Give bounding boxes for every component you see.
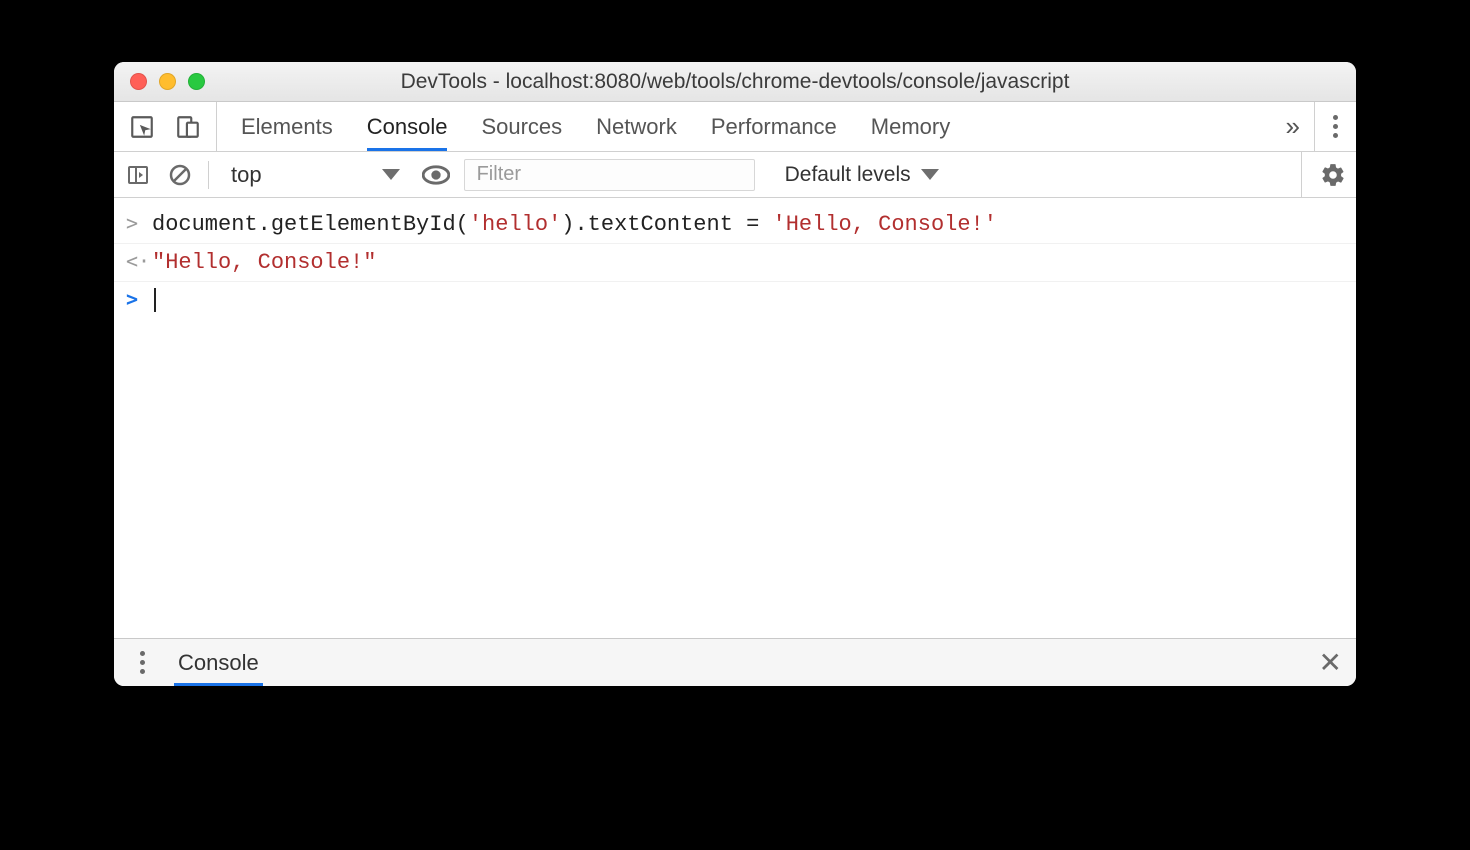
window-titlebar: DevTools - localhost:8080/web/tools/chro…	[114, 62, 1356, 102]
close-icon: ✕	[1319, 647, 1342, 678]
result-marker-icon: <·	[126, 246, 152, 276]
tab-network[interactable]: Network	[596, 102, 677, 151]
log-levels-select[interactable]: Default levels	[769, 163, 947, 187]
console-result-value: "Hello, Console!"	[152, 246, 376, 279]
traffic-lights	[114, 73, 205, 90]
drawer-menu-button[interactable]	[128, 649, 156, 677]
console-log-line: > document.getElementById('hello').textC…	[114, 206, 1356, 244]
clear-console-icon[interactable]	[166, 161, 194, 189]
tab-performance[interactable]: Performance	[711, 102, 837, 151]
chevron-down-icon	[382, 169, 400, 180]
devtools-menu-button[interactable]	[1314, 102, 1356, 151]
console-input[interactable]	[152, 284, 156, 317]
console-filter-input[interactable]	[464, 159, 755, 191]
window-title: DevTools - localhost:8080/web/tools/chro…	[114, 70, 1356, 94]
chevron-down-icon	[921, 169, 939, 180]
console-prompt-line[interactable]: >	[114, 282, 1356, 319]
tab-memory[interactable]: Memory	[871, 102, 950, 151]
main-tabs: Elements Console Sources Network Perform…	[217, 102, 1272, 151]
console-settings-button[interactable]	[1301, 152, 1346, 197]
device-toolbar-icon[interactable]	[174, 113, 202, 141]
text-caret	[154, 288, 156, 312]
close-window-button[interactable]	[130, 73, 147, 90]
drawer: Console ✕	[114, 638, 1356, 686]
toggle-sidebar-icon[interactable]	[124, 161, 152, 189]
tabs-overflow-button[interactable]: »	[1272, 102, 1314, 151]
log-levels-label: Default levels	[785, 163, 911, 187]
execution-context-select[interactable]: top	[223, 162, 408, 188]
live-expression-icon[interactable]	[422, 161, 450, 189]
gear-icon	[1320, 162, 1346, 188]
input-marker-icon: >	[126, 208, 152, 238]
drawer-tab-console[interactable]: Console	[174, 639, 263, 686]
kebab-menu-icon	[140, 651, 145, 674]
prompt-marker-icon: >	[126, 284, 152, 314]
tab-sources[interactable]: Sources	[481, 102, 562, 151]
console-result-line: <· "Hello, Console!"	[114, 244, 1356, 282]
devtools-window: DevTools - localhost:8080/web/tools/chro…	[114, 62, 1356, 686]
main-tabs-row: Elements Console Sources Network Perform…	[114, 102, 1356, 152]
kebab-menu-icon	[1333, 115, 1338, 138]
drawer-close-button[interactable]: ✕	[1319, 649, 1342, 677]
tab-console[interactable]: Console	[367, 102, 448, 151]
console-entry-code: document.getElementById('hello').textCon…	[152, 208, 997, 241]
tab-elements[interactable]: Elements	[241, 102, 333, 151]
tabs-overflow-label: »	[1286, 111, 1300, 142]
divider	[208, 161, 209, 189]
execution-context-label: top	[231, 162, 262, 188]
console-output[interactable]: > document.getElementById('hello').textC…	[114, 198, 1356, 638]
console-toolbar: top Default levels	[114, 152, 1356, 198]
minimize-window-button[interactable]	[159, 73, 176, 90]
tabs-left-icons	[114, 102, 217, 151]
zoom-window-button[interactable]	[188, 73, 205, 90]
inspect-element-icon[interactable]	[128, 113, 156, 141]
